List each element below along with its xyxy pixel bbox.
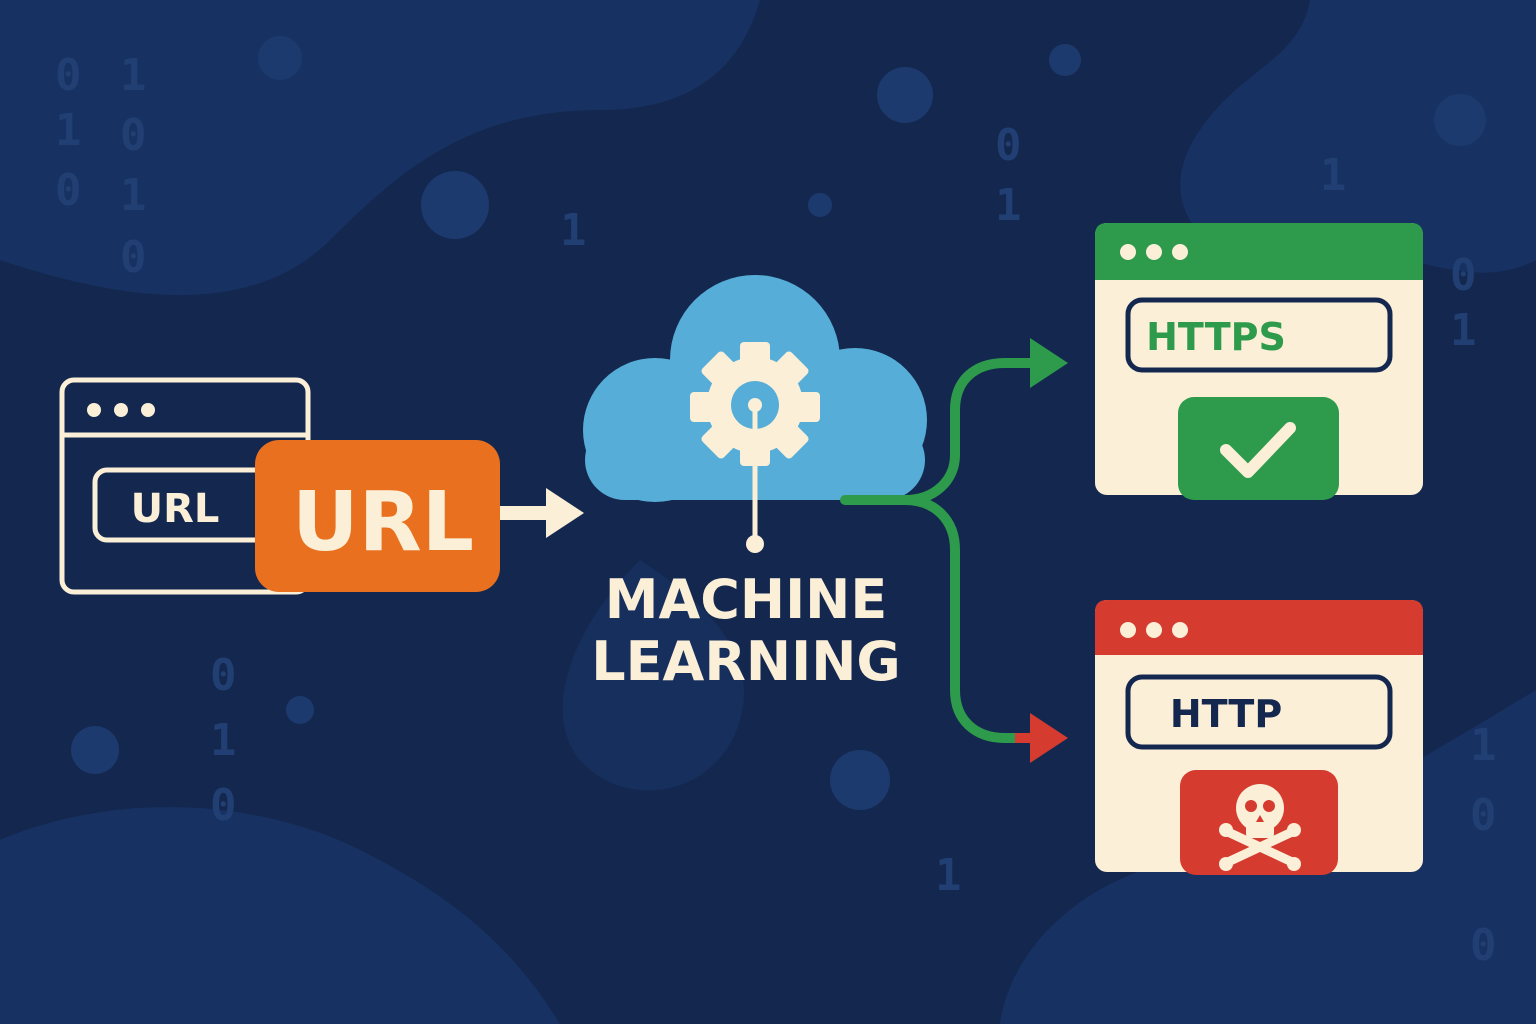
safe-result-window: HTTPS [1095,223,1423,500]
url-classification-diagram: 0 1 0 1 0 1 0 1 0 1 1 0 1 0 1 0 1 0 1 0 … [0,0,1536,1024]
unsafe-arrow-head [1030,713,1068,763]
url-field-label: URL [131,486,220,532]
binary-digit: 0 [1450,250,1477,301]
url-badge-label: URL [292,475,474,570]
stem-node [746,535,764,553]
background-dot [1049,44,1081,76]
background-dot [808,193,832,217]
classifier-title-line1: MACHINE [605,568,888,631]
branch-down-arrow [900,495,1020,743]
binary-digit: 1 [120,50,147,101]
background-dot [421,171,489,239]
background-dot [258,36,302,80]
window-dot [141,403,155,417]
unsafe-result-window: HTTP [1095,600,1423,875]
arrow-head [546,488,584,538]
window-dot [1120,622,1136,638]
binary-digit: 0 [1470,790,1497,841]
binary-digit: 1 [210,715,237,766]
url-badge: URL [255,440,500,592]
binary-digit: 0 [210,780,237,831]
window-dot [1172,622,1188,638]
background-blob [0,0,760,295]
binary-digit: 0 [55,165,82,216]
background-dot [830,750,890,810]
binary-digit: 1 [560,205,587,256]
classifier-title-line2: LEARNING [591,630,900,693]
window-title-bar [1095,223,1423,280]
background-dot [877,67,933,123]
binary-digit: 0 [55,50,82,101]
binary-digit: 0 [1470,920,1497,971]
background-dot [1434,94,1486,146]
binary-digit: 1 [1450,305,1477,356]
https-field-label: HTTPS [1146,315,1286,359]
binary-digit: 1 [995,180,1022,231]
input-arrow [500,488,584,538]
window-dot [1146,244,1162,260]
safe-arrow-head [1030,338,1068,388]
background-blob [0,807,560,1024]
window-dot [1172,244,1188,260]
binary-digit: 0 [995,120,1022,171]
binary-digit: 1 [55,105,82,156]
binary-digit: 0 [120,232,147,283]
safe-status-badge [1178,397,1339,500]
binary-digit: 1 [935,850,962,901]
window-title-bar [1095,600,1423,655]
window-dot [114,403,128,417]
window-dot [1146,622,1162,638]
branch-up-arrow [950,358,1040,460]
binary-digit: 0 [120,110,147,161]
binary-digit: 1 [1320,150,1347,201]
binary-digit: 0 [210,650,237,701]
background-dot [71,726,119,774]
machine-learning-cloud: MACHINE LEARNING [583,275,927,693]
binary-digit: 1 [120,170,147,221]
window-dot [1120,244,1136,260]
http-field-label: HTTP [1170,692,1282,736]
background-dot [286,696,314,724]
window-dot [87,403,101,417]
binary-digit: 1 [1470,720,1497,771]
